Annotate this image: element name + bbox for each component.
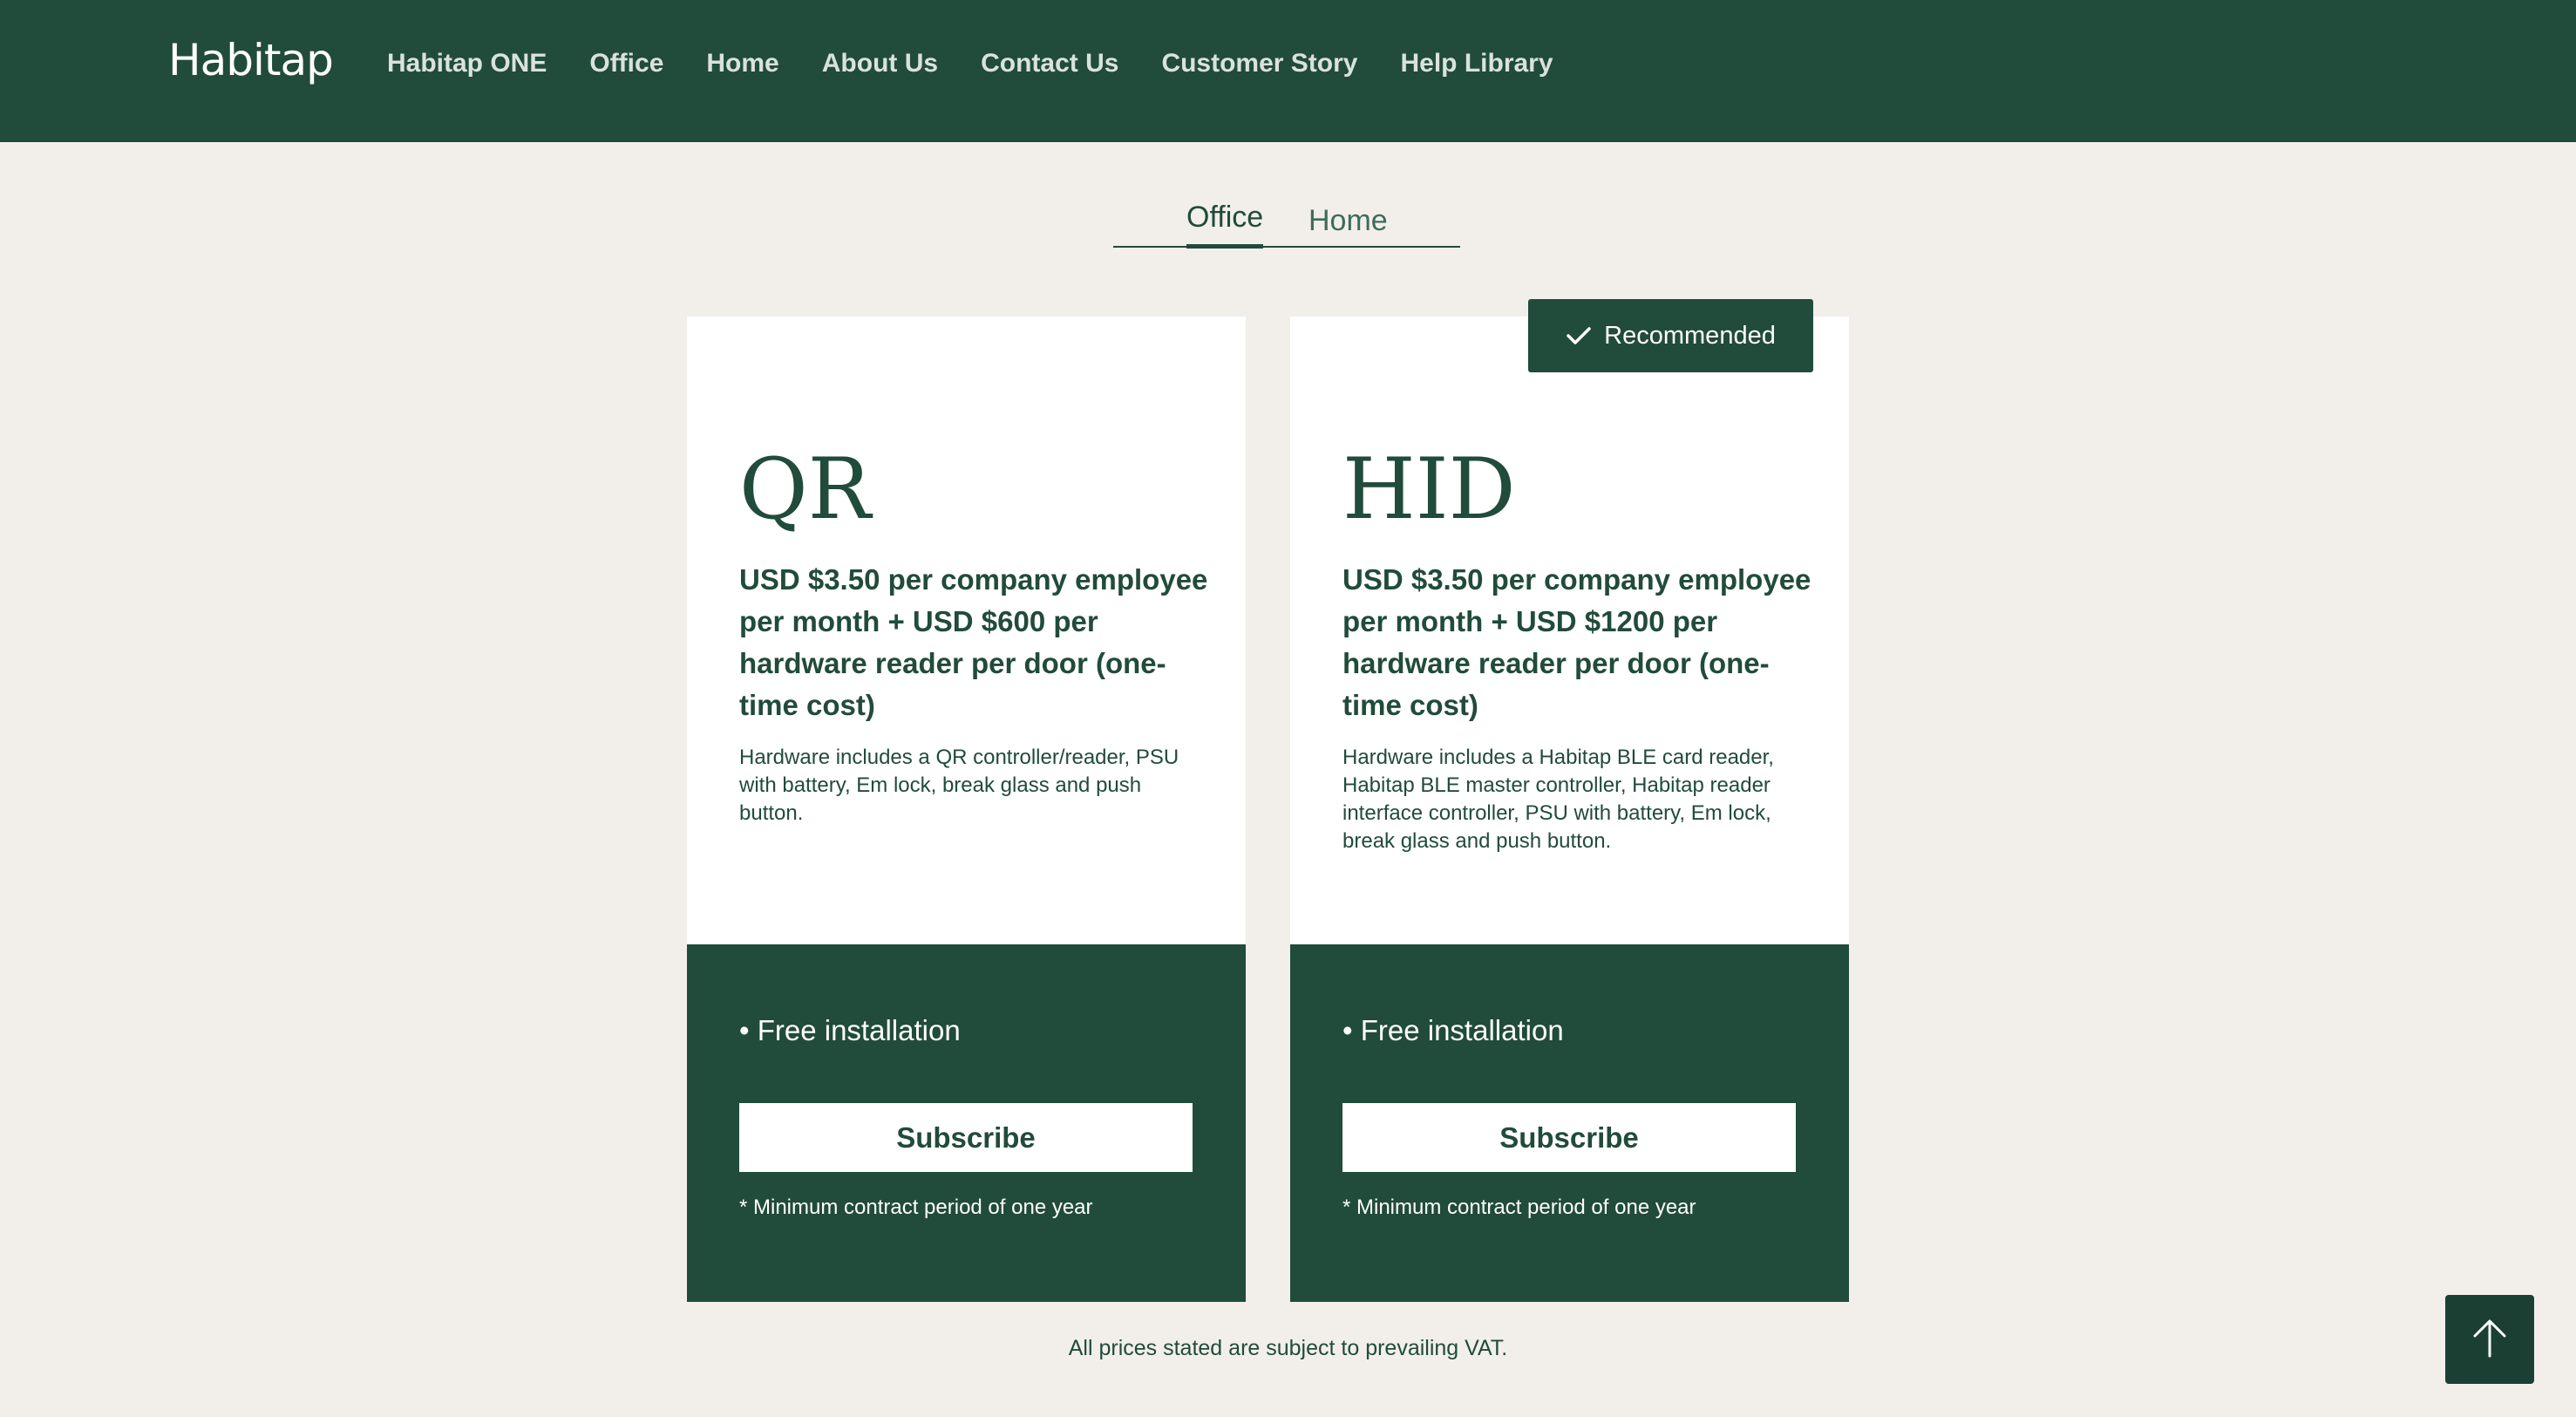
nav-item-contact-us[interactable]: Contact Us	[981, 49, 1118, 78]
plan-description: Hardware includes a Habitap BLE card rea…	[1342, 746, 1774, 853]
plan-description: Hardware includes a QR controller/reader…	[739, 746, 1179, 825]
subscribe-button-qr[interactable]: Subscribe	[739, 1103, 1193, 1172]
plan-name: HID	[1342, 440, 1516, 538]
plan-tabs: Office Home	[1113, 197, 1460, 249]
vat-note: All prices stated are subject to prevail…	[1068, 1336, 1508, 1360]
plan-card-qr-details: QR USD $3.50 per company employee per mo…	[687, 317, 1246, 944]
plan-feature: • Free installation	[739, 1014, 961, 1046]
nav-item-customer-story[interactable]: Customer Story	[1161, 49, 1357, 78]
plan-card-qr-footer: • Free installation Subscribe * Minimum …	[687, 944, 1246, 1302]
main-nav: Habitap ONE Office Home About Us Contact…	[387, 49, 1553, 78]
nav-item-office[interactable]: Office	[589, 49, 663, 78]
nav-item-home[interactable]: Home	[706, 49, 778, 78]
plan-card-qr: QR USD $3.50 per company employee per mo…	[687, 317, 1246, 1302]
nav-item-about-us[interactable]: About Us	[822, 49, 938, 78]
plan-name: QR	[739, 440, 871, 538]
plan-card-hid-footer: • Free installation Subscribe * Minimum …	[1290, 944, 1849, 1302]
nav-item-habitap-one[interactable]: Habitap ONE	[387, 49, 547, 78]
tab-office[interactable]: Office	[1186, 201, 1264, 249]
plan-price: USD $3.50 per company employee per month…	[1342, 563, 1811, 721]
plan-card-hid: HID USD $3.50 per company employee per m…	[1290, 317, 1849, 1302]
site-header: Habitap Habitap ONE Office Home About Us…	[0, 0, 2576, 142]
checkmark-icon	[1566, 325, 1592, 346]
contract-note: * Minimum contract period of one year	[739, 1196, 1093, 1219]
plan-card-hid-details: HID USD $3.50 per company employee per m…	[1290, 317, 1849, 944]
back-to-top-button[interactable]	[2445, 1295, 2534, 1384]
recommended-badge: Recommended	[1528, 299, 1813, 372]
tab-home[interactable]: Home	[1308, 204, 1388, 238]
subscribe-button-hid[interactable]: Subscribe	[1342, 1103, 1796, 1172]
recommended-label: Recommended	[1604, 321, 1776, 350]
contract-note: * Minimum contract period of one year	[1342, 1196, 1696, 1219]
plan-price: USD $3.50 per company employee per month…	[739, 563, 1208, 721]
nav-item-help-library[interactable]: Help Library	[1400, 49, 1553, 78]
arrow-up-icon	[2468, 1317, 2511, 1363]
habitap-logo[interactable]: Habitap	[168, 35, 334, 85]
plan-feature: • Free installation	[1342, 1014, 1564, 1046]
